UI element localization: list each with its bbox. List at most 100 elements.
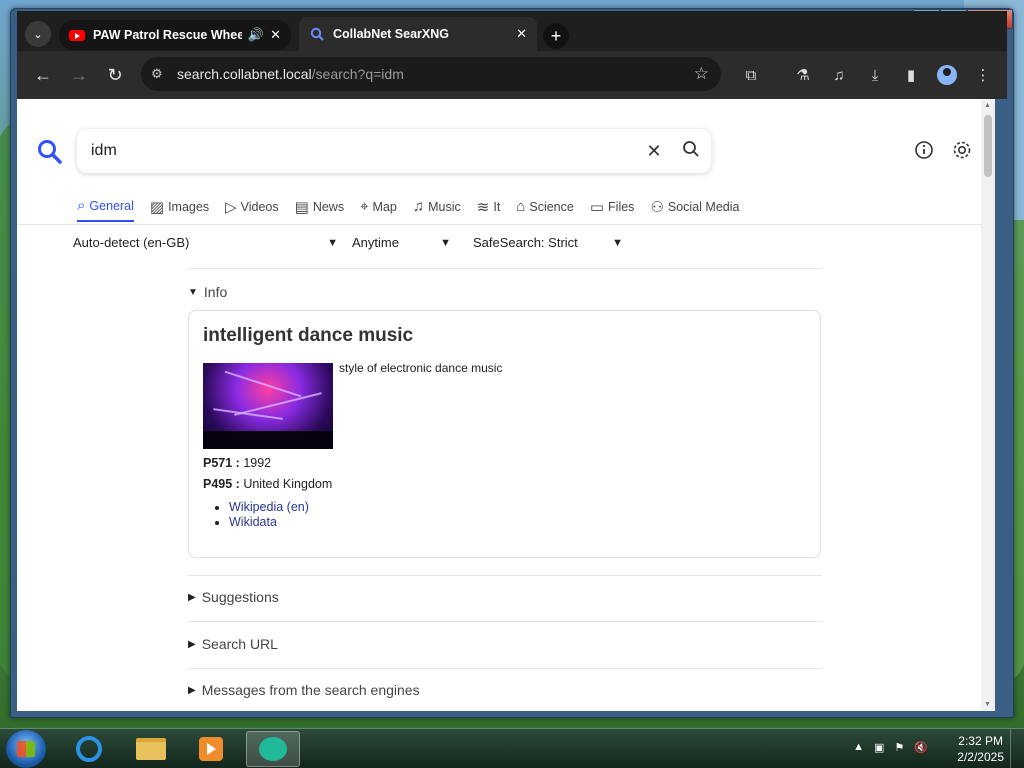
tab-news[interactable]: ▤ News xyxy=(295,193,344,222)
search-submit-icon[interactable] xyxy=(671,140,711,163)
infobox-links: Wikipedia (en) Wikidata xyxy=(229,500,309,530)
newspaper-icon: ▤ xyxy=(294,198,309,216)
divider xyxy=(188,668,822,669)
system-tray: ▲ ▣ ⚑ 🔇 xyxy=(853,741,928,754)
infobox-description: style of electronic dance music xyxy=(339,361,503,375)
list-item: Wikipedia (en) xyxy=(229,500,309,514)
infobox-attribute: P571 : 1992 xyxy=(203,456,272,470)
show-desktop-button[interactable] xyxy=(1010,729,1024,768)
youtube-icon xyxy=(69,27,85,43)
tab-videos[interactable]: ▷ Videos xyxy=(225,193,279,222)
tab-images[interactable]: ▨ Images xyxy=(150,193,209,222)
triangle-right-icon: ▶ xyxy=(188,684,196,696)
tab-general[interactable]: ⌕ General xyxy=(77,193,134,222)
infobox-title: intelligent dance music xyxy=(203,325,414,346)
labs-flask-icon[interactable]: ⚗ xyxy=(791,63,815,87)
browser-taskbar-icon[interactable] xyxy=(246,731,300,767)
tab-social-media[interactable]: ⚇ Social Media xyxy=(650,193,739,222)
triangle-right-icon: ▶ xyxy=(188,638,196,650)
searxng-logo-icon[interactable] xyxy=(37,139,63,165)
chevron-down-icon: ▼ xyxy=(612,236,623,249)
address-bar[interactable]: ⚙ search.collabnet.local/search?q=idm ☆ xyxy=(141,57,721,91)
download-icon[interactable]: ⤓ xyxy=(863,63,887,87)
reload-button[interactable]: ↻ xyxy=(103,63,127,87)
tab-music[interactable]: ♫ Music xyxy=(413,193,461,222)
files-icon: ▭ xyxy=(589,198,605,216)
clock-date: 2/2/2025 xyxy=(957,750,1004,764)
profile-avatar-icon[interactable] xyxy=(935,63,959,87)
back-button[interactable]: ← xyxy=(31,63,55,87)
music-icon: ♫ xyxy=(412,198,425,215)
action-center-flag-icon[interactable]: ⚑ xyxy=(894,741,904,754)
graduation-cap-icon: ⌂ xyxy=(516,198,526,215)
tab-it[interactable]: ≋ It xyxy=(477,193,501,222)
media-player-taskbar-icon[interactable] xyxy=(184,731,238,767)
map-pin-icon: ⌖ xyxy=(360,198,369,215)
language-select-value: Auto-detect (en-GB) xyxy=(73,235,190,250)
search-filters: Auto-detect (en-GB) ▼ Anytime ▼ SafeSear… xyxy=(73,235,623,250)
page-content: ▲ ▼ idm ✕ ⌕ General ▨ Images ▷ Videos ▤ News … xyxy=(17,99,995,711)
search-input[interactable]: idm ✕ xyxy=(77,129,711,173)
list-item: Wikidata xyxy=(229,515,309,529)
new-tab-button[interactable]: + xyxy=(543,23,569,49)
menu-kebab-icon[interactable]: ⋮ xyxy=(971,63,995,87)
people-icon: ⚇ xyxy=(650,198,664,216)
site-info-icon[interactable]: ⚙ xyxy=(151,66,171,82)
time-range-value: Anytime xyxy=(352,235,399,250)
engine-messages-toggle[interactable]: ▶ Messages from the search engines xyxy=(188,682,420,698)
volume-muted-icon[interactable]: 🔇 xyxy=(914,741,928,754)
speaker-icon[interactable]: 🔊 xyxy=(248,27,264,43)
search-icon: ⌕ xyxy=(77,197,86,214)
tray-expand-icon[interactable]: ▲ xyxy=(853,741,864,754)
tab-search-button[interactable]: ⌄ xyxy=(25,21,51,47)
time-range-select[interactable]: Anytime ▼ xyxy=(338,235,451,250)
language-select[interactable]: Auto-detect (en-GB) ▼ xyxy=(73,235,338,250)
taskbar: ▲ ▣ ⚑ 🔇 2:32 PM 2/2/2025 xyxy=(0,728,1024,768)
close-icon[interactable]: ✕ xyxy=(516,26,527,42)
browser-chrome: ⌄ PAW Patrol Rescue Wheels 🔊 ✕ CollabNet… xyxy=(17,11,1007,99)
tab-map[interactable]: ⌖ Map xyxy=(360,193,397,222)
media-control-icon[interactable]: ♫ xyxy=(827,63,851,87)
tab-collabnet-searxng[interactable]: CollabNet SearXNG ✕ xyxy=(299,17,537,51)
infobox-attribute: P495 : United Kingdom xyxy=(203,477,333,491)
tab-title: CollabNet SearXNG xyxy=(333,27,450,41)
file-explorer-taskbar-icon[interactable] xyxy=(124,731,178,767)
tab-science[interactable]: ⌂ Science xyxy=(516,193,574,222)
forward-button[interactable]: → xyxy=(67,63,91,87)
tab-paw-patrol[interactable]: PAW Patrol Rescue Wheels 🔊 ✕ xyxy=(59,20,291,50)
search-query-text[interactable]: idm xyxy=(91,142,637,160)
tab-files[interactable]: ▭ Files xyxy=(590,193,635,222)
suggestions-toggle[interactable]: ▶ Suggestions xyxy=(188,589,279,605)
clear-search-icon[interactable]: ✕ xyxy=(637,141,671,162)
divider xyxy=(188,621,822,622)
search-url-toggle[interactable]: ▶ Search URL xyxy=(188,636,278,652)
info-icon[interactable] xyxy=(911,137,937,163)
extensions-icon[interactable]: ⧉ xyxy=(739,63,763,87)
tab-title: PAW Patrol Rescue Wheels xyxy=(93,28,242,42)
wikidata-link[interactable]: Wikidata xyxy=(229,515,277,529)
toolbar: ← → ↻ ⚙ search.collabnet.local/search?q=… xyxy=(17,51,1007,99)
bookmark-star-icon[interactable]: ☆ xyxy=(694,64,709,84)
tab-strip: ⌄ PAW Patrol Rescue Wheels 🔊 ✕ CollabNet… xyxy=(17,11,1007,51)
infobox: intelligent dance music style of electro… xyxy=(188,310,821,558)
start-button[interactable] xyxy=(6,730,46,768)
wikipedia-link[interactable]: Wikipedia (en) xyxy=(229,500,309,514)
network-icon[interactable]: ▣ xyxy=(874,741,884,754)
info-section-toggle[interactable]: ▼ Info xyxy=(188,284,227,300)
close-icon[interactable]: ✕ xyxy=(270,27,281,43)
divider xyxy=(188,268,822,269)
internet-explorer-taskbar-icon[interactable] xyxy=(62,731,116,767)
image-icon: ▨ xyxy=(149,198,165,216)
search-icon xyxy=(309,26,325,42)
safesearch-select[interactable]: SafeSearch: Strict ▼ xyxy=(451,235,623,250)
browser-window: – □ ✕ ⌄ PAW Patrol Rescue Wheels 🔊 ✕ Col… xyxy=(10,8,1014,718)
play-icon: ▷ xyxy=(225,198,237,216)
category-divider xyxy=(17,224,981,225)
settings-gear-icon[interactable] xyxy=(949,137,975,163)
url-text: search.collabnet.local/search?q=idm xyxy=(177,66,404,82)
chevron-down-icon: ▼ xyxy=(440,236,451,249)
side-panel-icon[interactable]: ▮ xyxy=(899,63,923,87)
page-scrollbar[interactable]: ▲ ▼ xyxy=(981,99,995,711)
category-tabs: ⌕ General ▨ Images ▷ Videos ▤ News ⌖ Map ♫ Mus… xyxy=(77,193,755,222)
taskbar-clock[interactable]: 2:32 PM 2/2/2025 xyxy=(957,733,1004,765)
